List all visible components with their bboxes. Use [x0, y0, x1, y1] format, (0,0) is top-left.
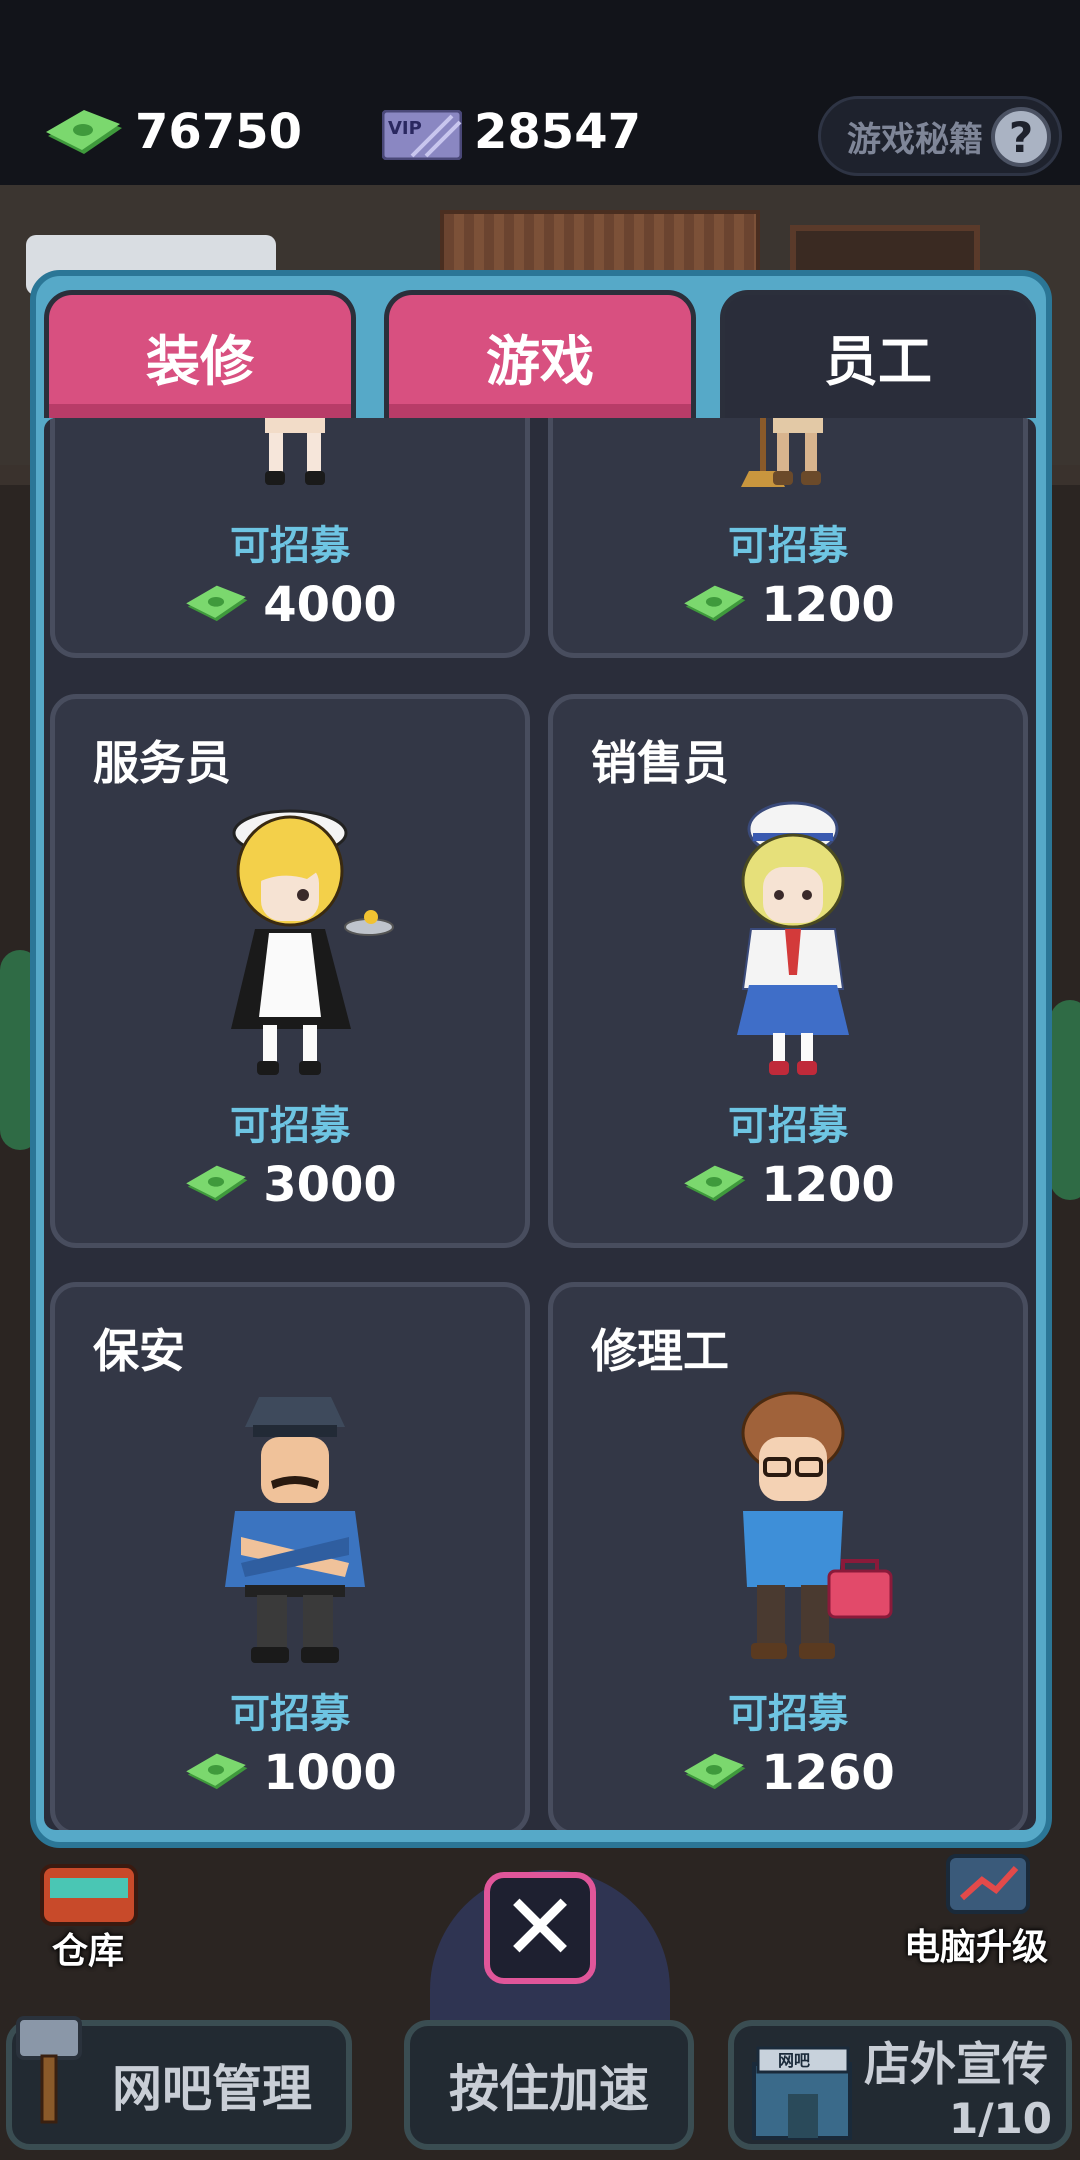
- cash-icon: [46, 110, 122, 154]
- tab-label: 员工: [824, 330, 932, 393]
- staff-role-name: 服务员: [93, 736, 231, 790]
- top-status-bar: 76750 VIP 28547 游戏秘籍 ?: [0, 0, 1080, 185]
- tab-label: 装修: [146, 330, 254, 393]
- tab-games[interactable]: 游戏: [384, 290, 696, 418]
- recruit-price: 3000: [55, 1157, 525, 1213]
- price-value: 1260: [761, 1745, 895, 1801]
- price-value: 1200: [761, 577, 895, 633]
- recruit-price: 1200: [553, 577, 1023, 633]
- recruit-status: 可招募: [728, 1691, 848, 1737]
- svg-text:VIP: VIP: [388, 118, 422, 139]
- close-icon: ✕: [501, 1874, 579, 1981]
- recruit-price: 1260: [553, 1745, 1023, 1801]
- cash-icon: [684, 1753, 746, 1790]
- hold-to-speed-up-button[interactable]: 按住加速: [404, 2020, 694, 2150]
- geek-repairman-character-icon: [741, 1391, 893, 1659]
- staff-card-grid[interactable]: 可招募 4000 可招募 1200 服务员 可招募 3000 销售员 可招募 1…: [44, 418, 1036, 1830]
- recruit-status: 可招募: [728, 1103, 848, 1149]
- tab-label: 游戏: [486, 330, 594, 393]
- cash-icon: [186, 585, 248, 622]
- treasure-chest-icon: [40, 1864, 138, 1926]
- cash-icon: [684, 1165, 746, 1202]
- outdoor-promotion-button[interactable]: 网吧 店外宣传 1/10: [728, 2020, 1072, 2150]
- staff-card-waiter[interactable]: 服务员 可招募 3000: [50, 694, 530, 1248]
- promotion-label: 店外宣传: [864, 2036, 1048, 2091]
- waitress-character-icon: [265, 418, 325, 485]
- staff-card[interactable]: 可招募 1200: [548, 418, 1028, 658]
- management-label: 网吧管理: [112, 2060, 312, 2118]
- promotion-count: 1/10: [948, 2093, 1052, 2143]
- staff-card-security[interactable]: 保安 可招募 1000: [50, 1282, 530, 1830]
- pc-upgrade-button[interactable]: 电脑升级: [900, 1850, 1070, 1968]
- maid-character-icon: [231, 809, 394, 1075]
- warehouse-button[interactable]: 仓库: [34, 1850, 154, 1972]
- recruit-status: 可招募: [230, 1691, 350, 1737]
- cash-icon: [186, 1753, 248, 1790]
- svg-text:网吧: 网吧: [778, 2051, 810, 2070]
- cash-amount: 76750: [135, 104, 302, 160]
- pc-upgrade-label: 电脑升级: [904, 1927, 1049, 1968]
- plant-decoration: [1050, 1000, 1080, 1200]
- netcafe-storefront-icon: 网吧: [752, 2046, 852, 2140]
- close-button[interactable]: ✕: [484, 1872, 596, 1984]
- tab-staff[interactable]: 员工: [720, 290, 1036, 418]
- price-value: 3000: [263, 1157, 397, 1213]
- netcafe-management-button[interactable]: 网吧管理: [6, 2016, 352, 2150]
- help-question-icon: ?: [991, 107, 1051, 167]
- staff-role-name: 修理工: [591, 1324, 729, 1378]
- recruit-status: 可招募: [728, 523, 848, 569]
- price-value: 1200: [761, 1157, 895, 1213]
- sailor-girl-character-icon: [737, 801, 849, 1075]
- staff-role-name: 保安: [93, 1324, 185, 1378]
- recruit-price: 1000: [55, 1745, 525, 1801]
- police-character-icon: [225, 1397, 365, 1663]
- cash-icon: [684, 585, 746, 622]
- vip-points-amount: 28547: [474, 104, 641, 160]
- staff-card-salesperson[interactable]: 销售员 可招募 1200: [548, 694, 1028, 1248]
- recruit-status: 可招募: [230, 523, 350, 569]
- game-tips-button[interactable]: 游戏秘籍 ?: [818, 96, 1062, 176]
- game-tips-label: 游戏秘籍: [847, 119, 983, 160]
- staff-role-name: 销售员: [591, 736, 729, 790]
- recruit-price: 1200: [553, 1157, 1023, 1213]
- price-value: 4000: [263, 577, 397, 633]
- cash-icon: [186, 1165, 248, 1202]
- speed-up-label: 按住加速: [449, 2060, 649, 2118]
- recruit-price: 4000: [55, 577, 525, 633]
- recruit-status: 可招募: [230, 1103, 350, 1149]
- vip-ticket-icon: VIP: [382, 110, 462, 160]
- warehouse-label: 仓库: [52, 1931, 125, 1972]
- cleaner-character-icon: [741, 418, 823, 487]
- price-value: 1000: [263, 1745, 397, 1801]
- computer-upgrade-icon: [946, 1854, 1030, 1914]
- staff-card[interactable]: 可招募 4000: [50, 418, 530, 658]
- hammer-icon: [16, 2016, 82, 2124]
- staff-card-repairman[interactable]: 修理工 可招募 1260: [548, 1282, 1028, 1830]
- tab-decoration[interactable]: 装修: [44, 290, 356, 418]
